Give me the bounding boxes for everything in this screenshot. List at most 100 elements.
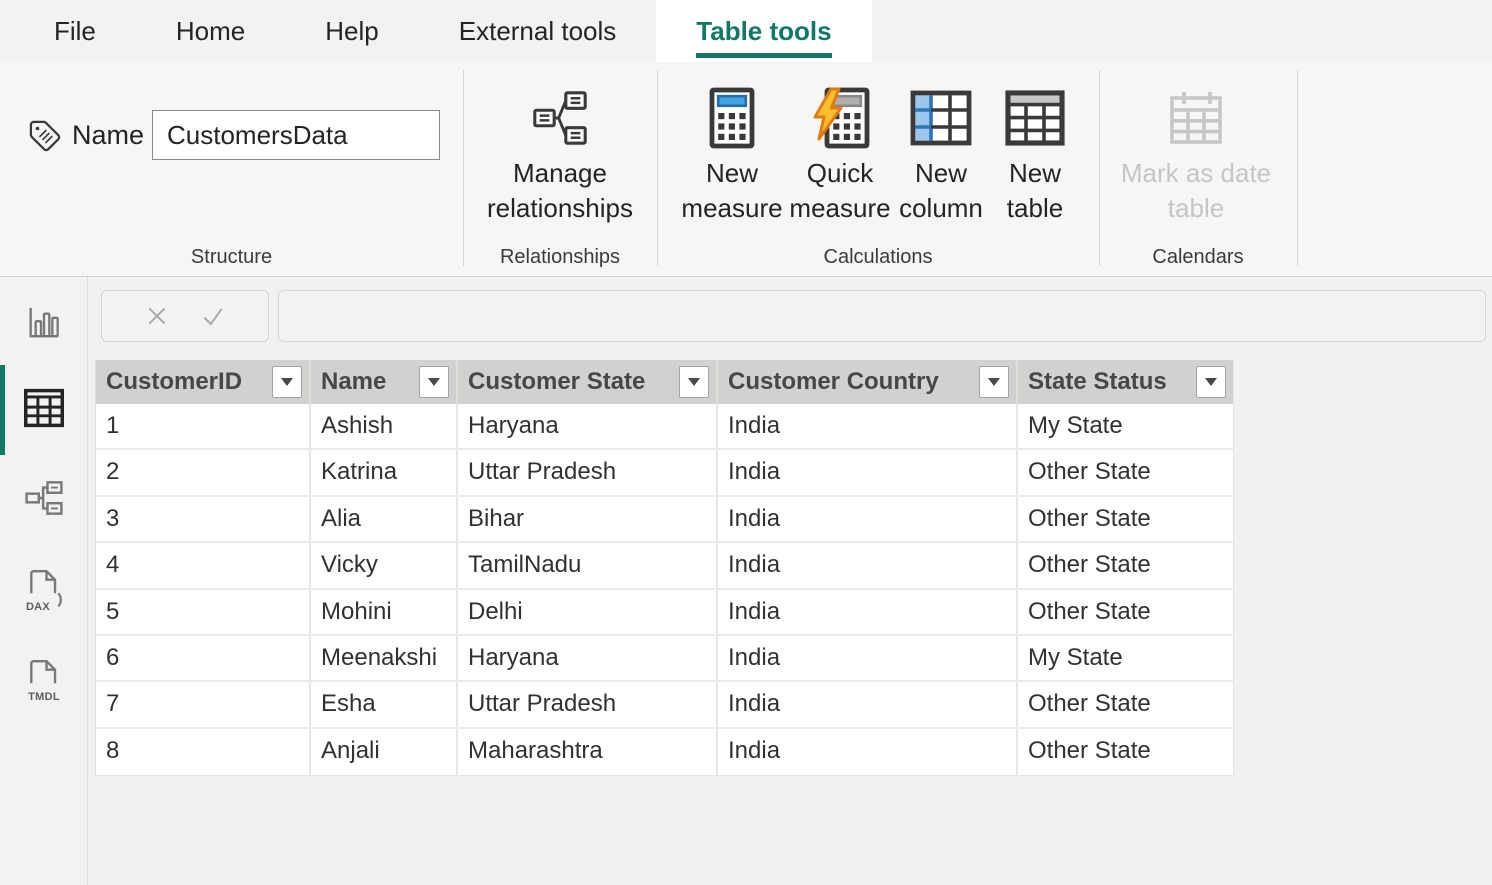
cell[interactable]: Haryana [456,404,716,448]
cell[interactable]: Anjali [309,729,456,775]
cell[interactable]: 6 [96,636,309,680]
column-header-name[interactable]: Name [309,360,456,404]
new-table-label: New table [988,156,1082,226]
sidebar-item-tmdl-view[interactable]: TMDL [0,655,88,705]
cell[interactable]: 4 [96,543,309,587]
chevron-down-icon [688,378,700,386]
new-column-button[interactable]: New column [891,86,991,226]
group-label-calendars: Calendars [1099,246,1297,274]
cell[interactable]: TamilNadu [456,543,716,587]
column-header-label: Name [321,368,386,395]
cell[interactable]: Other State [1016,590,1233,634]
cell[interactable]: India [716,636,1016,680]
ribbon-tab-bar: File Home Help External tools Table tool… [0,0,1492,62]
tab-file[interactable]: File [14,0,136,62]
sidebar-item-report-view[interactable] [0,297,88,347]
view-switcher-sidebar: DAX TMDL [0,277,88,885]
cell[interactable]: India [716,497,1016,541]
column-filter-button[interactable] [1196,366,1226,398]
table-grid-icon [1005,86,1065,150]
column-filter-button[interactable] [419,366,449,398]
table-row: 8 Anjali Maharashtra India Other State [96,729,1233,775]
column-header-customer-country[interactable]: Customer Country [716,360,1016,404]
column-header-customer-state[interactable]: Customer State [456,360,716,404]
ribbon: Name Manage relationships [0,62,1492,277]
cell[interactable]: Meenakshi [309,636,456,680]
tab-help[interactable]: Help [285,0,418,62]
ribbon-group-divider [1297,70,1298,266]
cell[interactable]: Other State [1016,729,1233,775]
formula-cancel-button[interactable] [142,301,172,331]
tmdl-icon-label: TMDL [22,691,66,703]
cell[interactable]: 1 [96,404,309,448]
cell[interactable]: 5 [96,590,309,634]
table-name-input[interactable] [152,110,440,160]
cell[interactable]: Other State [1016,497,1233,541]
sidebar-item-table-view[interactable] [0,383,88,433]
formula-bar-buttons [101,290,269,342]
cell[interactable]: 7 [96,682,309,726]
table-row: 3 Alia Bihar India Other State [96,497,1233,543]
check-icon [200,303,226,329]
tag-icon [27,118,63,154]
chevron-down-icon [988,378,1000,386]
sidebar-item-model-view[interactable] [0,473,88,523]
cell[interactable]: India [716,590,1016,634]
mark-as-date-table-label: Mark as date table [1116,156,1276,226]
cell[interactable]: 2 [96,450,309,494]
cell[interactable]: Bihar [456,497,716,541]
cell[interactable]: Other State [1016,450,1233,494]
cell[interactable]: Uttar Pradesh [456,450,716,494]
cell[interactable]: My State [1016,636,1233,680]
column-filter-button[interactable] [272,366,302,398]
cell[interactable]: Mohini [309,590,456,634]
table-row: 4 Vicky TamilNadu India Other State [96,543,1233,589]
tab-home[interactable]: Home [136,0,285,62]
cell[interactable]: Delhi [456,590,716,634]
tab-external-tools[interactable]: External tools [419,0,657,62]
tab-table-tools[interactable]: Table tools [656,0,871,62]
formula-commit-button[interactable] [198,301,228,331]
cell[interactable]: Vicky [309,543,456,587]
cell[interactable]: 8 [96,729,309,775]
cell[interactable]: India [716,450,1016,494]
dax-icon-label: DAX [16,601,60,613]
cell[interactable]: India [716,543,1016,587]
table-row: 6 Meenakshi Haryana India My State [96,636,1233,682]
table-column-highlight-icon [910,86,972,150]
ribbon-group-divider [463,70,464,266]
cell[interactable]: India [716,682,1016,726]
cell[interactable]: Ashish [309,404,456,448]
chevron-down-icon [281,378,293,386]
new-column-label: New column [891,156,991,226]
cell[interactable]: Maharashtra [456,729,716,775]
cell[interactable]: Haryana [456,636,716,680]
grid-header-row: CustomerID Name Customer State Customer … [96,360,1233,404]
cell[interactable]: Other State [1016,682,1233,726]
column-filter-button[interactable] [979,366,1009,398]
cell[interactable]: Other State [1016,543,1233,587]
cell[interactable]: Alia [309,497,456,541]
table-row: 7 Esha Uttar Pradesh India Other State [96,682,1233,728]
cell[interactable]: Uttar Pradesh [456,682,716,726]
chevron-down-icon [1205,378,1217,386]
cell[interactable]: India [716,404,1016,448]
cell[interactable]: Esha [309,682,456,726]
new-table-button[interactable]: New table [988,86,1082,226]
column-header-customerid[interactable]: CustomerID [96,360,309,404]
table-row: 5 Mohini Delhi India Other State [96,590,1233,636]
new-measure-button[interactable]: New measure [686,86,778,226]
formula-bar-input[interactable] [278,290,1486,342]
column-header-state-status[interactable]: State Status [1016,360,1233,404]
quick-measure-button[interactable]: Quick measure [788,86,892,226]
column-header-label: State Status [1028,368,1167,395]
cell[interactable]: My State [1016,404,1233,448]
cell[interactable]: India [716,729,1016,775]
column-filter-button[interactable] [679,366,709,398]
calculator-lightning-icon [810,86,870,150]
cell[interactable]: 3 [96,497,309,541]
new-measure-label: New measure [681,156,782,226]
manage-relationships-button[interactable]: Manage relationships [475,86,645,226]
cell[interactable]: Katrina [309,450,456,494]
sidebar-item-dax-query-view[interactable]: DAX [0,565,88,615]
